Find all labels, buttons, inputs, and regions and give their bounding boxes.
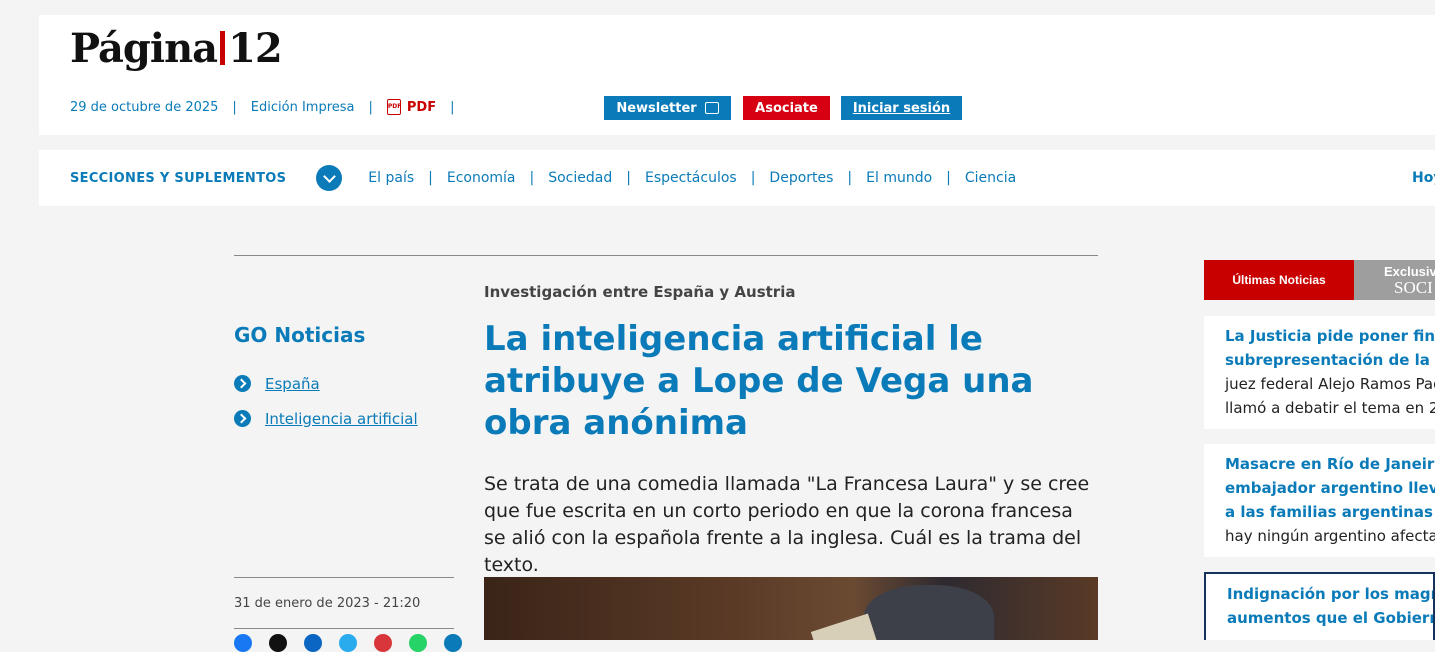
- separator: |: [750, 170, 756, 186]
- pdf-link[interactable]: PDF PDF: [386, 99, 437, 115]
- sections-nav: SECCIONES Y SUPLEMENTOS El país | Econom…: [39, 150, 1435, 206]
- logo-bar: [220, 31, 226, 65]
- nav-link-deportes[interactable]: Deportes: [769, 170, 833, 186]
- facebook-share-icon[interactable]: [234, 634, 252, 652]
- edicion-impresa-link[interactable]: Edición Impresa: [251, 100, 355, 115]
- separator: |: [450, 99, 455, 115]
- separator: |: [529, 170, 535, 186]
- whatsapp-share-icon[interactable]: [409, 634, 427, 652]
- telegram-share-icon[interactable]: [339, 634, 357, 652]
- sections-title[interactable]: SECCIONES Y SUPLEMENTOS: [70, 171, 286, 186]
- tab-exclusivo[interactable]: Exclusiv SOCI: [1354, 260, 1435, 300]
- linkedin-share-icon[interactable]: [304, 634, 322, 652]
- tag-link-inteligencia-artificial[interactable]: Inteligencia artificial: [234, 401, 418, 436]
- chevron-down-icon: [322, 169, 336, 183]
- tag-label: España: [265, 374, 320, 393]
- article-photo: [484, 577, 1098, 640]
- separator: |: [232, 99, 237, 115]
- pdf-label: PDF: [406, 99, 437, 115]
- article-date: 31 de enero de 2023 - 21:20: [234, 596, 421, 611]
- sidebar-title: GO Noticias: [234, 323, 366, 347]
- news-card-title: a las familias argentinas |: [1225, 503, 1435, 521]
- divider: [234, 577, 454, 578]
- news-card-body: hay ningún argentino afectad: [1225, 527, 1435, 545]
- divider: [234, 628, 454, 629]
- separator: |: [428, 170, 433, 186]
- news-card-body: llamó a debatir el tema en 20: [1225, 399, 1435, 417]
- nav-link-el-pais[interactable]: El país: [368, 170, 414, 186]
- news-card-title: aumentos que el Gobierno: [1227, 609, 1435, 627]
- separator: |: [626, 170, 631, 186]
- photo-object: [864, 585, 994, 640]
- tab-ultimas-noticias[interactable]: Últimas Noticias: [1204, 260, 1354, 300]
- share-icon[interactable]: [444, 634, 462, 652]
- tag-list: España Inteligencia artificial: [234, 366, 418, 436]
- news-card-title: Masacre en Río de Janeiro: e: [1225, 455, 1435, 473]
- nav-link-economia[interactable]: Economía: [447, 170, 516, 186]
- news-card-title: subrepresentación de la PB: [1225, 351, 1435, 369]
- login-label: Iniciar sesión: [852, 100, 951, 116]
- article-headline: La inteligencia artificial le atribuye a…: [484, 319, 1034, 443]
- separator: |: [847, 170, 853, 186]
- nav-link-hoy[interactable]: Hoy: [1412, 170, 1435, 186]
- news-card[interactable]: Masacre en Río de Janeiro: e embajador a…: [1204, 444, 1435, 557]
- chevron-right-icon: [234, 375, 251, 392]
- tab-exclusivo-label: Exclusiv: [1384, 264, 1435, 279]
- current-date: 29 de octubre de 2025: [70, 99, 219, 115]
- logo-text: Página: [70, 25, 218, 72]
- x-share-icon[interactable]: [269, 634, 287, 652]
- nav-links: El país | Economía | Sociedad | Espectác…: [368, 170, 1016, 186]
- news-card-title: embajador argentino llevó c: [1225, 479, 1435, 497]
- news-card-body: juez federal Alejo Ramos Padi: [1225, 375, 1435, 393]
- asociate-button[interactable]: Asociate: [743, 96, 830, 120]
- news-card-featured[interactable]: Indignación por los magros aumentos que …: [1204, 572, 1435, 640]
- news-card[interactable]: La Justicia pide poner fin a l subrepres…: [1204, 316, 1435, 429]
- separator: |: [946, 170, 951, 186]
- site-logo[interactable]: Página 12: [70, 25, 283, 72]
- top-header: Página 12 29 de octubre de 2025 | Edición…: [39, 15, 1435, 135]
- tag-label: Inteligencia artificial: [265, 409, 418, 428]
- article-kicker: Investigación entre España y Austria: [484, 283, 796, 301]
- chevron-right-icon: [234, 410, 251, 427]
- sections-toggle-button[interactable]: [316, 165, 343, 191]
- separator: |: [368, 99, 373, 115]
- news-card-title: Indignación por los magros: [1227, 585, 1435, 603]
- newsletter-button[interactable]: Newsletter: [604, 96, 731, 120]
- nav-link-el-mundo[interactable]: El mundo: [866, 170, 932, 186]
- tag-link-espana[interactable]: España: [234, 366, 418, 401]
- article-lead: Se trata de una comedia llamada "La Fran…: [484, 473, 1090, 576]
- header-meta: 29 de octubre de 2025 | Edición Impresa …: [70, 99, 469, 115]
- asociate-label: Asociate: [755, 100, 818, 116]
- logo-number: 12: [228, 25, 283, 72]
- pdf-icon: PDF: [386, 99, 401, 115]
- mail-icon: [704, 102, 719, 114]
- newsletter-label: Newsletter: [616, 100, 697, 116]
- news-card-title-line: a las familias argentinas | ": [1225, 500, 1435, 524]
- login-button[interactable]: Iniciar sesión: [841, 96, 962, 120]
- nav-link-espectaculos[interactable]: Espectáculos: [645, 170, 737, 186]
- nav-link-ciencia[interactable]: Ciencia: [965, 170, 1016, 186]
- news-card-title: La Justicia pide poner fin a l: [1225, 327, 1435, 345]
- tab-exclusivo-brand: SOCI: [1394, 278, 1433, 297]
- email-share-icon[interactable]: [374, 634, 392, 652]
- nav-link-sociedad[interactable]: Sociedad: [548, 170, 612, 186]
- divider: [234, 255, 1098, 256]
- photo-object: [810, 613, 878, 640]
